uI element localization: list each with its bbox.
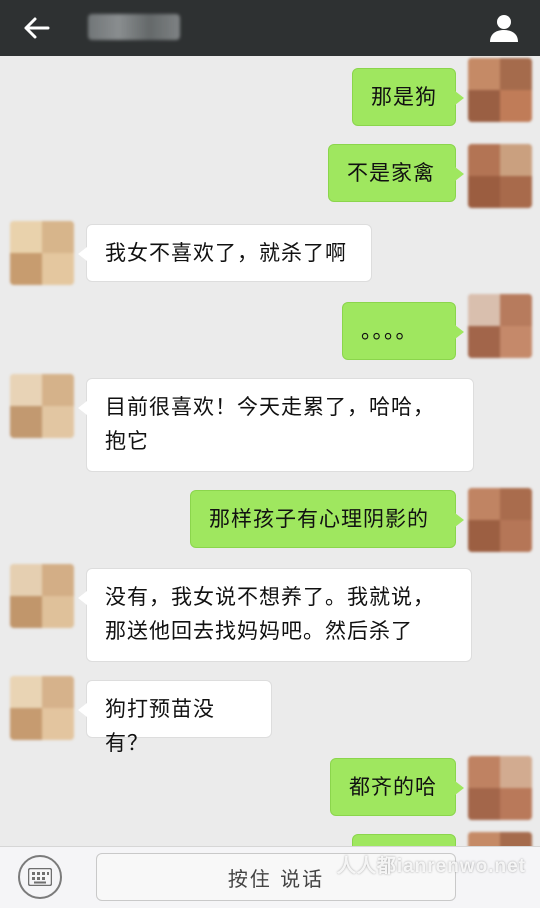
chat-area[interactable]: 那是狗 不是家禽 我女不喜欢了，就杀了啊 。。。。 目前很喜欢！今天走累了，哈哈: [0, 56, 540, 846]
message-bubble-outgoing[interactable]: 。。。。: [342, 302, 464, 360]
my-avatar[interactable]: [468, 58, 532, 122]
my-avatar[interactable]: [468, 488, 532, 552]
message-text: 那是狗: [371, 85, 437, 109]
user-icon: [490, 15, 518, 42]
keyboard-icon: [28, 868, 52, 886]
my-avatar[interactable]: [468, 832, 532, 846]
message-text: 都齐的哈: [349, 775, 437, 799]
message-text: 那样孩子有心理阴影的: [209, 507, 429, 531]
message-bubble-incoming[interactable]: 目前很喜欢！今天走累了，哈哈，抱它: [78, 378, 474, 472]
message-bubble-outgoing[interactable]: 都齐的哈: [330, 758, 464, 816]
chat-title-redacted: [88, 14, 180, 40]
top-bar: [0, 0, 540, 56]
contact-avatar[interactable]: [10, 564, 74, 628]
my-avatar[interactable]: [468, 144, 532, 208]
message-bubble-outgoing[interactable]: 不是家禽: [328, 144, 464, 202]
message-text: 我女不喜欢了，就杀了啊: [105, 241, 347, 265]
message-text: 狗打预苗没有？: [105, 697, 215, 755]
message-text: 没有，我女说不想养了。我就说，那送他回去找妈妈吧。然后杀了: [105, 585, 435, 643]
contact-avatar[interactable]: [10, 676, 74, 740]
keyboard-toggle-button[interactable]: [18, 855, 62, 899]
message-bubble-incoming[interactable]: 狗打预苗没有？: [78, 680, 272, 755]
back-button[interactable]: [14, 8, 58, 48]
contact-avatar[interactable]: [10, 221, 74, 285]
message-bubble-incoming[interactable]: 我女不喜欢了，就杀了啊: [78, 224, 372, 282]
my-avatar[interactable]: [468, 756, 532, 820]
arrow-left-icon: [24, 17, 50, 39]
chat-info-button[interactable]: [482, 6, 526, 50]
hold-to-talk-label: 按住 说话: [227, 866, 325, 891]
message-bubble-outgoing[interactable]: 那样孩子有心理阴影的: [190, 490, 464, 548]
hold-to-talk-button[interactable]: 按住 说话: [96, 853, 456, 901]
my-avatar[interactable]: [468, 294, 532, 358]
message-bubble-incoming[interactable]: 没有，我女说不想养了。我就说，那送他回去找妈妈吧。然后杀了: [78, 568, 472, 662]
message-text: 不是家禽: [347, 161, 435, 185]
contact-avatar[interactable]: [10, 374, 74, 438]
message-bubble-outgoing-partial[interactable]: [352, 834, 456, 846]
message-text: 目前很喜欢！今天走累了，哈哈，抱它: [105, 395, 435, 453]
input-bar: 按住 说话 人人都ianrenwo.net: [0, 846, 540, 908]
message-text: 。。。。: [361, 319, 418, 343]
message-bubble-outgoing[interactable]: 那是狗: [352, 68, 464, 126]
